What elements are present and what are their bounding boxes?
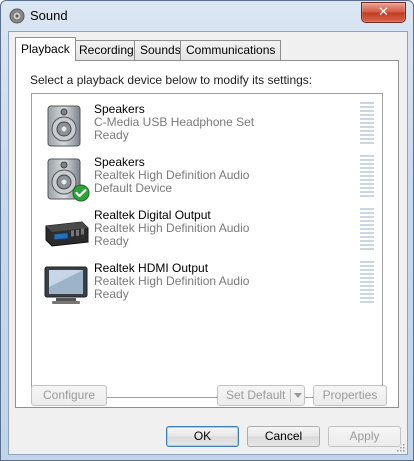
device-description: Realtek High Definition Audio: [94, 221, 250, 235]
ok-button[interactable]: OK: [166, 426, 239, 447]
device-status: Default Device: [94, 181, 173, 195]
apply-button[interactable]: Apply: [328, 426, 401, 447]
device-item[interactable]: Speakers C-Media USB Headphone Set Ready: [32, 98, 382, 151]
device-description: C-Media USB Headphone Set: [94, 115, 255, 129]
tab-communications[interactable]: Communications: [180, 40, 282, 60]
speaker-icon: [47, 105, 81, 147]
speaker-icon: [47, 158, 90, 202]
cancel-button[interactable]: Cancel: [247, 426, 320, 447]
device-item[interactable]: Speakers Realtek High Definition Audio D…: [32, 151, 382, 204]
configure-button[interactable]: Configure: [31, 385, 107, 406]
device-name: Realtek HDMI Output: [94, 261, 209, 275]
monitor-icon: [44, 266, 88, 304]
device-item[interactable]: Realtek Digital Output Realtek High Defi…: [32, 204, 382, 257]
device-name: Speakers: [94, 155, 145, 169]
set-default-button[interactable]: Set Default: [217, 385, 305, 406]
set-default-label: Set Default: [226, 388, 286, 402]
device-status: Ready: [94, 128, 129, 142]
instruction-text: Select a playback device below to modify…: [30, 73, 313, 87]
device-item[interactable]: Realtek HDMI Output Realtek High Definit…: [32, 257, 382, 310]
window-title: Sound: [30, 8, 68, 23]
close-button[interactable]: ✕: [361, 2, 406, 23]
device-status: Ready: [94, 234, 129, 248]
device-name: Realtek Digital Output: [94, 208, 211, 222]
tab-recording[interactable]: Recording: [73, 40, 140, 60]
device-list[interactable]: Speakers C-Media USB Headphone Set Ready: [31, 93, 383, 398]
tab-sounds[interactable]: Sounds: [134, 40, 187, 60]
dialog-body: Playback Recording Sounds Communications…: [8, 31, 408, 455]
close-icon: ✕: [378, 4, 389, 19]
default-check-icon: [72, 184, 90, 202]
level-meter: [360, 208, 374, 252]
tab-playback[interactable]: Playback: [15, 37, 76, 61]
device-description: Realtek High Definition Audio: [94, 274, 250, 288]
resize-grip-icon[interactable]: [395, 442, 405, 452]
sound-icon: [9, 8, 25, 24]
sound-dialog: Sound ✕ Playback Recording Sounds Commun…: [0, 0, 414, 461]
device-name: Speakers: [94, 102, 145, 116]
device-status: Ready: [94, 287, 129, 301]
title-bar[interactable]: Sound ✕: [1, 1, 413, 31]
level-meter: [360, 155, 374, 199]
level-meter: [360, 261, 374, 305]
properties-button[interactable]: Properties: [313, 385, 387, 406]
device-description: Realtek High Definition Audio: [94, 168, 250, 182]
playback-panel: Select a playback device below to modify…: [15, 60, 399, 408]
level-meter: [360, 102, 374, 146]
chevron-down-icon[interactable]: [294, 393, 302, 398]
split-divider: [290, 389, 291, 402]
digital-output-icon: [45, 221, 89, 247]
